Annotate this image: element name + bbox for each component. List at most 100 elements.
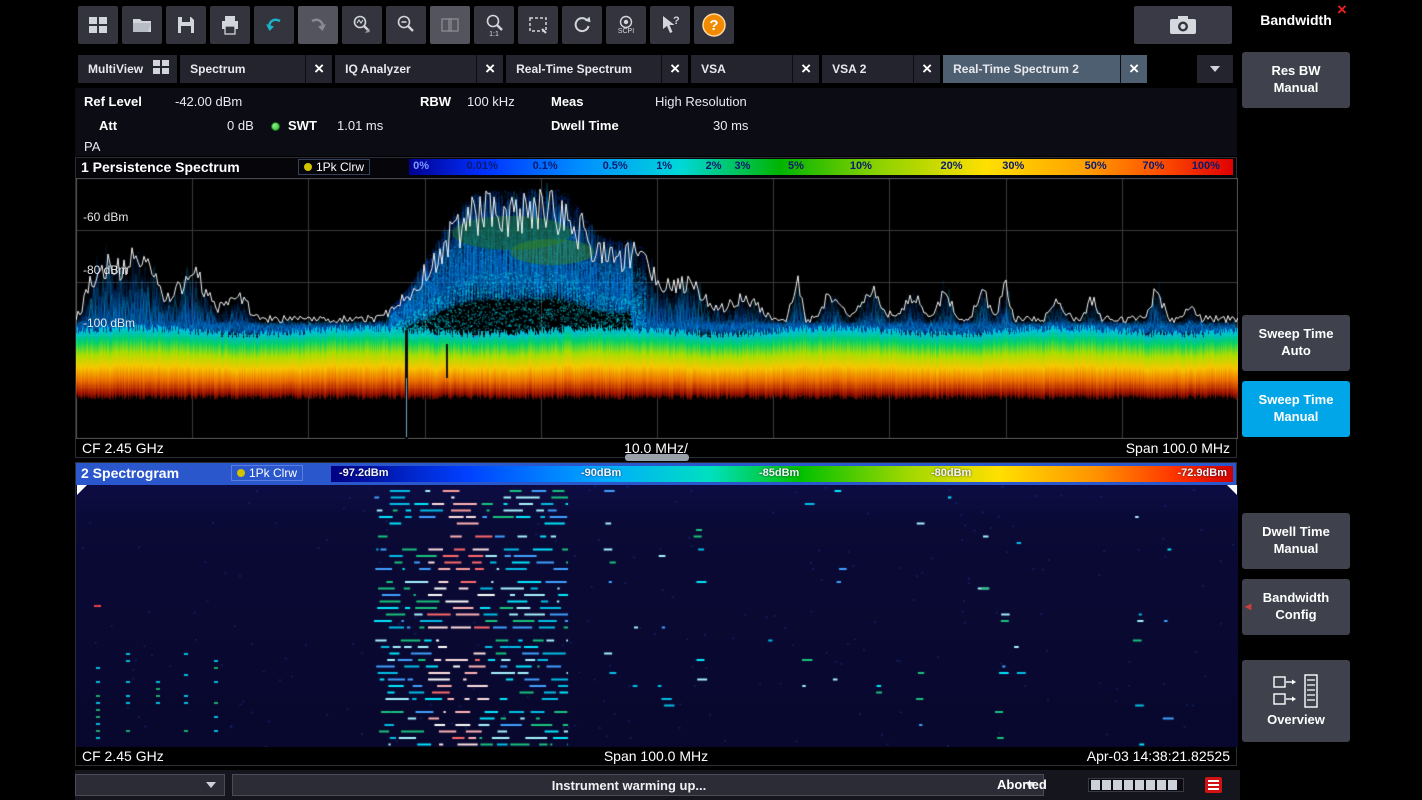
open-file-icon[interactable] <box>122 6 162 44</box>
camera-icon <box>1168 13 1198 37</box>
y-axis-label: -100 dBm <box>83 316 135 330</box>
merge-windows-icon[interactable] <box>430 6 470 44</box>
tab-label: VSA 2 <box>822 62 913 76</box>
print-icon[interactable] <box>210 6 250 44</box>
spectrogram-graph-area <box>76 485 1238 747</box>
tab-real-time-spectrum[interactable]: Real-Time Spectrum × <box>506 55 688 83</box>
spectrogram-canvas[interactable] <box>76 485 1238 747</box>
scale-label: 70% <box>1142 160 1164 172</box>
tab-label: MultiView <box>78 62 153 76</box>
scale-label: 100% <box>1192 160 1220 172</box>
scale-label: 0% <box>413 160 429 172</box>
tab-real-time-spectrum-2[interactable]: Real-Time Spectrum 2 × <box>943 55 1147 83</box>
status-selector-dropdown[interactable] <box>75 774 225 796</box>
softkey-overview[interactable]: Overview <box>1242 660 1350 742</box>
status-bar: Instrument warming up... Aborted 03.04.2… <box>75 770 1352 800</box>
softkey-bandwidth-config[interactable]: ◀ Bandwidth Config <box>1242 579 1350 635</box>
softkey-sweep-time-auto[interactable]: Sweep Time Auto <box>1242 315 1350 371</box>
error-log-icon[interactable] <box>1205 777 1222 793</box>
y-axis-label: -60 dBm <box>83 210 128 224</box>
tab-close-icon[interactable]: × <box>913 55 940 83</box>
meas-label: Meas <box>551 94 584 109</box>
status-message-box[interactable]: Instrument warming up... <box>232 774 1044 796</box>
chevron-down-icon <box>206 782 216 788</box>
scale-label: 50% <box>1085 160 1107 172</box>
analyzer-screen: 1:1 SCPI ? ? MultiView Spectrum <box>0 0 1422 800</box>
zoom-custom-icon[interactable] <box>342 6 382 44</box>
status-message: Instrument warming up... <box>233 778 1025 793</box>
scale-label: 0.5% <box>603 160 628 172</box>
zoom-out-icon[interactable] <box>386 6 426 44</box>
progress-bar <box>1088 778 1184 792</box>
save-icon[interactable] <box>166 6 206 44</box>
overview-flowchart-icon <box>1273 674 1319 708</box>
trace2-legend[interactable]: 1Pk Clrw <box>231 465 303 481</box>
tab-label: IQ Analyzer <box>335 62 476 76</box>
ref-level-label: Ref Level <box>84 94 142 109</box>
tab-label: Spectrum <box>180 62 305 76</box>
tab-vsa[interactable]: VSA × <box>691 55 819 83</box>
softkey-menu-title: Bandwidth <box>1240 12 1352 28</box>
tab-close-icon[interactable]: × <box>476 55 503 83</box>
redo-icon[interactable] <box>298 6 338 44</box>
undo-icon[interactable] <box>254 6 294 44</box>
tab-spectrum[interactable]: Spectrum × <box>180 55 332 83</box>
context-help-icon[interactable]: ? <box>650 6 690 44</box>
chevron-down-icon <box>1210 66 1220 72</box>
tab-label: Real-Time Spectrum 2 <box>943 62 1120 76</box>
tab-close-icon[interactable]: × <box>792 55 819 83</box>
measurement-state: Aborted <box>997 777 1047 792</box>
swt-label: SWT <box>288 118 317 133</box>
scale-label: 10% <box>850 160 872 172</box>
meas-value[interactable]: High Resolution <box>655 94 747 109</box>
att-value[interactable]: 0 dB <box>227 118 254 133</box>
softkey-sweep-time-manual[interactable]: Sweep Time Manual <box>1242 381 1350 437</box>
span-readout: Span 100.0 MHz <box>1126 440 1230 456</box>
ref-level-value[interactable]: -42.00 dBm <box>175 94 242 109</box>
softkey-sidebar: × Bandwidth Res BW Manual Sweep Time Aut… <box>1240 0 1352 800</box>
scale-label: -72.9dBm <box>1177 467 1227 479</box>
tab-close-icon[interactable]: × <box>305 55 332 83</box>
persistence-graph-area: -60 dBm -80 dBm -100 dBm <box>76 178 1238 439</box>
trace1-legend[interactable]: 1Pk Clrw <box>298 159 370 175</box>
window1-title: 1 Persistence Spectrum <box>81 159 240 175</box>
tab-close-icon[interactable]: × <box>1120 55 1147 83</box>
trace-dot-icon <box>237 469 245 477</box>
tab-multiview[interactable]: MultiView <box>78 55 177 83</box>
channel-tabbar: MultiView Spectrum × IQ Analyzer × Real-… <box>78 55 1147 83</box>
submenu-arrow-icon: ◀ <box>1245 601 1251 613</box>
softkey-res-bw-manual[interactable]: Res BW Manual <box>1242 52 1350 108</box>
help-icon[interactable]: ? <box>694 6 734 44</box>
screenshot-button[interactable] <box>1134 6 1232 44</box>
tab-vsa-2[interactable]: VSA 2 × <box>822 55 940 83</box>
persistence-spectrum-window: 1 Persistence Spectrum 1Pk Clrw 0% 0.01%… <box>75 157 1237 458</box>
tab-iq-analyzer[interactable]: IQ Analyzer × <box>335 55 503 83</box>
window2-title: 2 Spectrogram <box>81 465 179 481</box>
tab-overflow-button[interactable] <box>1197 55 1233 83</box>
replay-icon[interactable] <box>562 6 602 44</box>
tab-close-icon[interactable]: × <box>661 55 688 83</box>
scpi-recorder-icon[interactable]: SCPI <box>606 6 646 44</box>
persistence-spectrum-canvas[interactable] <box>76 178 1238 439</box>
persistence-color-scale: 0% 0.01% 0.1% 0.5% 1% 2% 3% 5% 10% 20% 3… <box>409 159 1233 175</box>
softkey-dwell-time-manual[interactable]: Dwell Time Manual <box>1242 513 1350 569</box>
windows-icon[interactable] <box>78 6 118 44</box>
frame-timestamp: Apr-03 14:38:21.82525 <box>1087 748 1230 764</box>
select-region-icon[interactable] <box>518 6 558 44</box>
spectrogram-color-scale: -97.2dBm -90dBm -85dBm -80dBm -72.9dBm <box>331 466 1233 482</box>
dwell-time-value[interactable]: 30 ms <box>713 118 748 133</box>
window-splitter[interactable] <box>625 454 689 461</box>
span-readout: Span 100.0 MHz <box>76 748 1236 764</box>
scale-label: 20% <box>940 160 962 172</box>
zoom-1to1-icon[interactable]: 1:1 <box>474 6 514 44</box>
dwell-time-label: Dwell Time <box>551 118 619 133</box>
tab-label: VSA <box>691 62 792 76</box>
scpi-label: SCPI <box>618 28 634 35</box>
main-toolbar: 1:1 SCPI ? ? <box>78 6 734 44</box>
window1-header: 1 Persistence Spectrum 1Pk Clrw 0% 0.01%… <box>76 158 1236 178</box>
scale-label: -97.2dBm <box>339 467 389 479</box>
swt-value[interactable]: 1.01 ms <box>337 118 383 133</box>
rbw-value[interactable]: 100 kHz <box>467 94 515 109</box>
channel-settings-bar: Ref Level -42.00 dBm RBW 100 kHz Meas Hi… <box>75 88 1237 156</box>
multiview-grid-icon <box>153 60 169 79</box>
